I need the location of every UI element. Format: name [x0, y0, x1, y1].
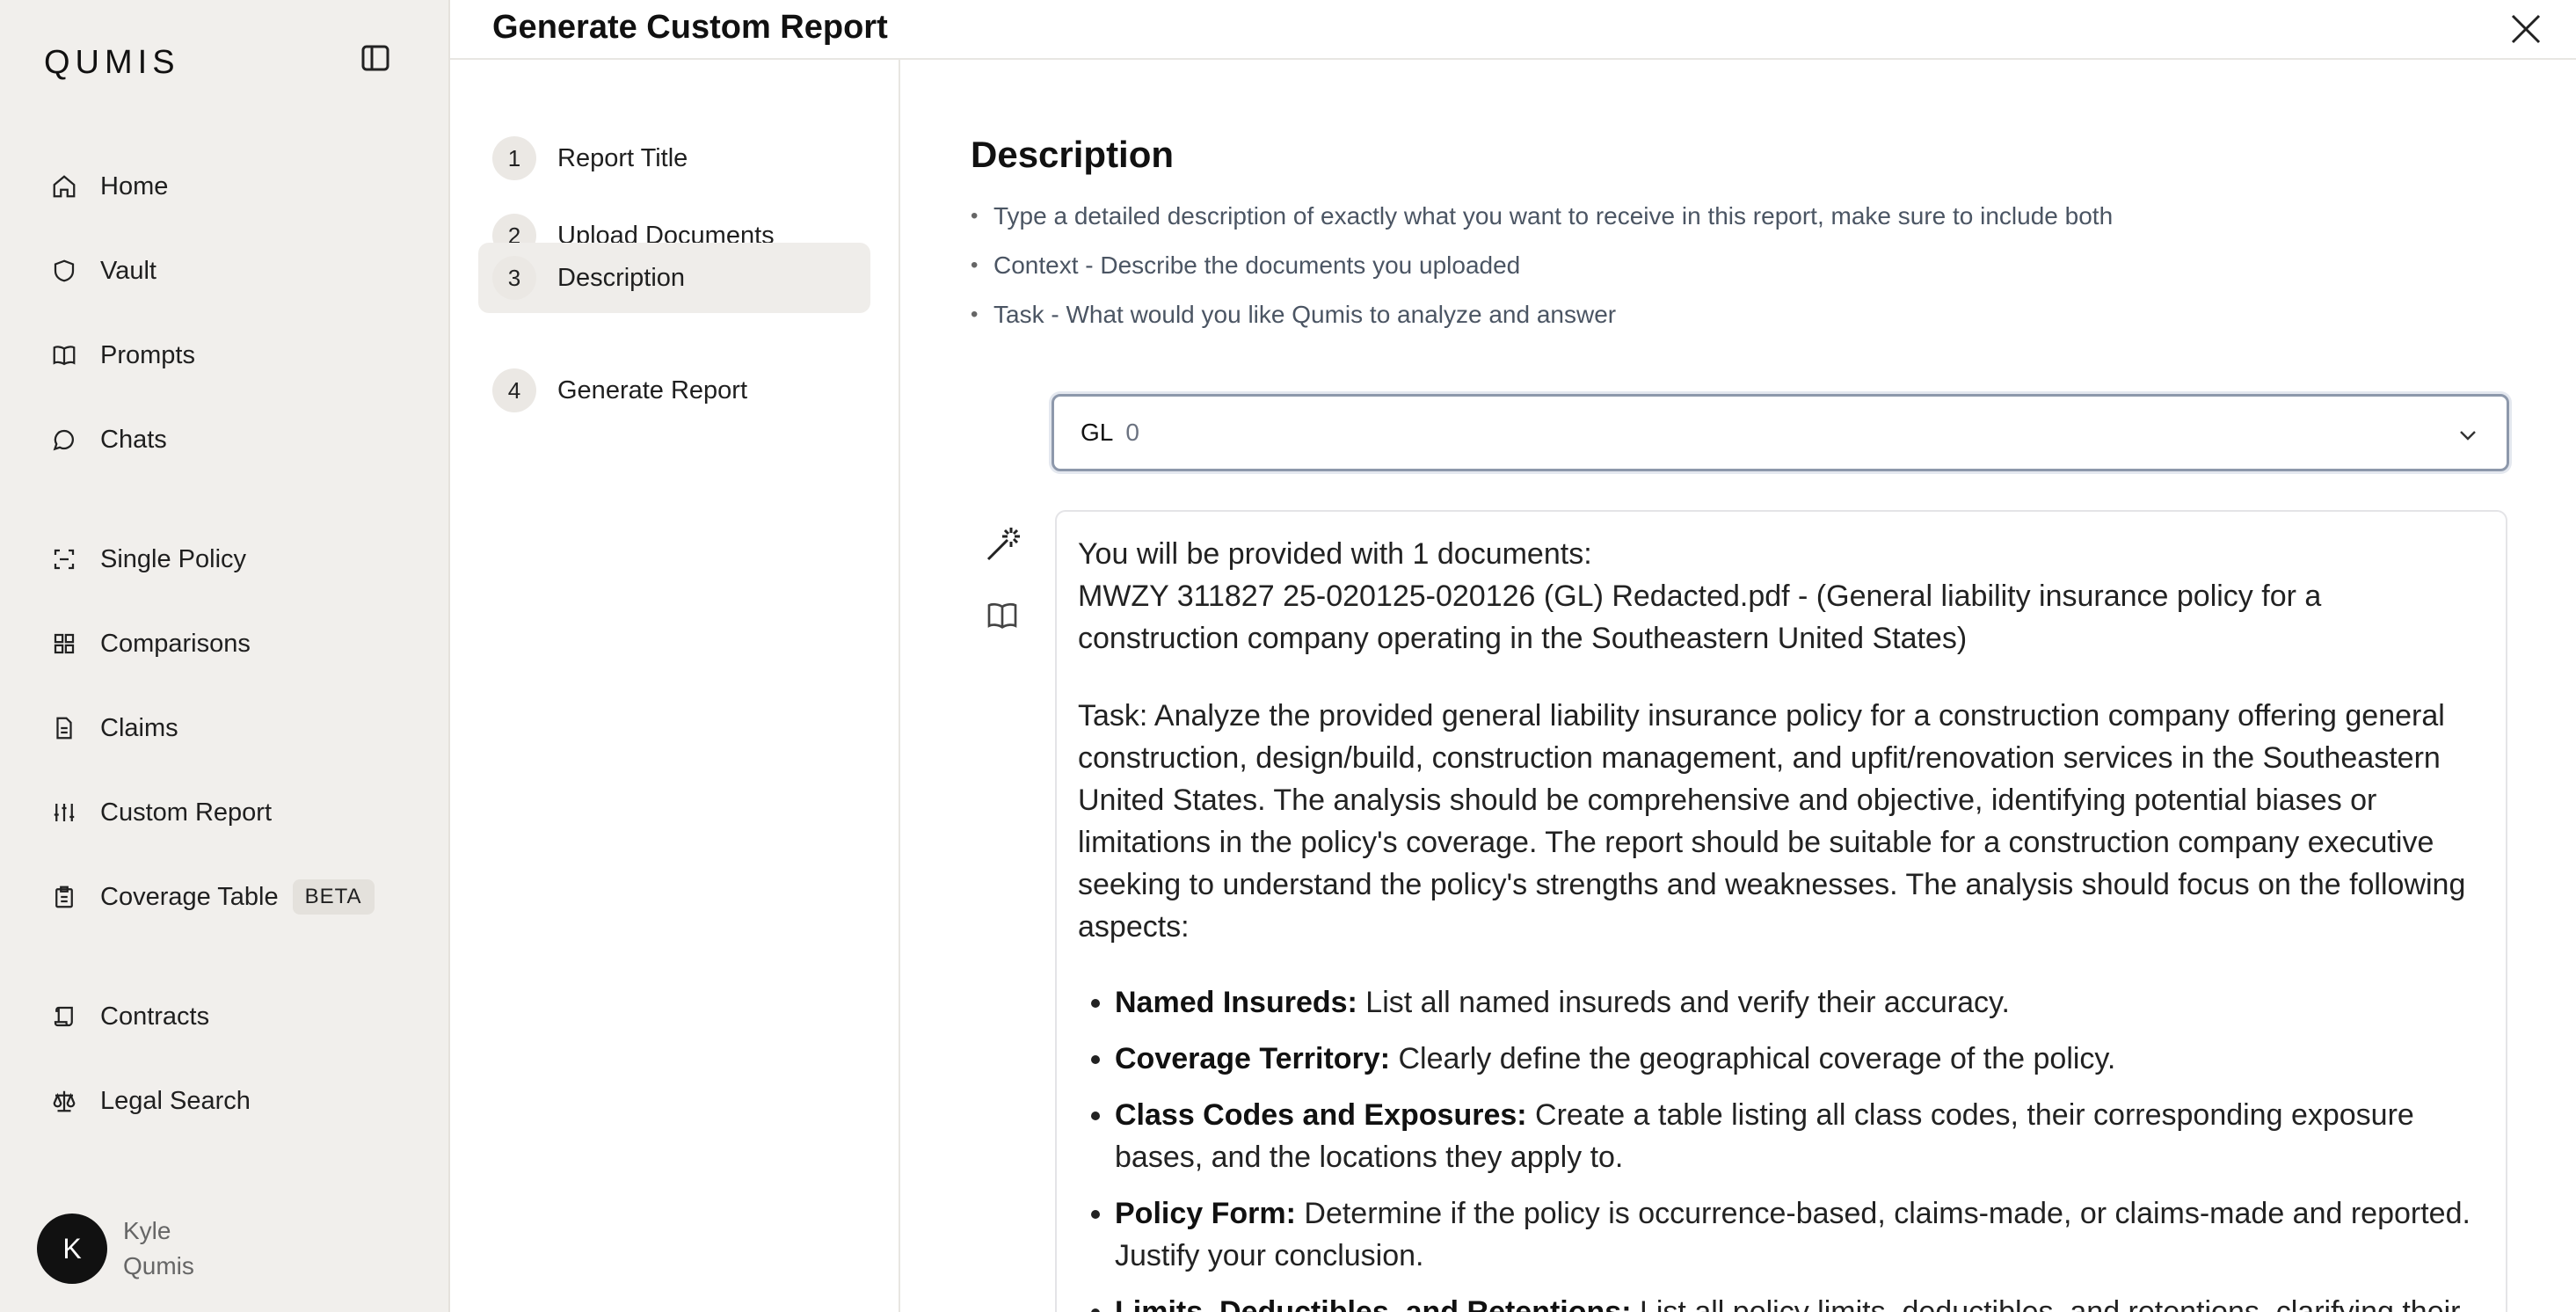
aspect-text: Clearly define the geographical coverage…	[1390, 1042, 2116, 1075]
grid-icon	[49, 629, 79, 659]
avatar: K	[37, 1214, 107, 1284]
sidebar-toggle-icon[interactable]	[360, 44, 390, 72]
user-first-name: Kyle	[123, 1217, 171, 1244]
aspect-label: Limits, Deductibles, and Retentions:	[1115, 1295, 1632, 1312]
description-panel: Description • Type a detailed description…	[900, 60, 2576, 1312]
aspect-item: Coverage Territory: Clearly define the g…	[1115, 1038, 2485, 1080]
page-title: Generate Custom Report	[492, 9, 888, 46]
beta-badge: BETA	[292, 879, 375, 915]
nav-legal-search-label: Legal Search	[100, 1086, 251, 1115]
aspect-list: Named Insureds: List all named insureds …	[1078, 981, 2485, 1312]
template-select-value: GL	[1081, 419, 1114, 446]
aspect-text: Determine if the policy is occurrence-ba…	[1115, 1197, 2470, 1272]
modal-header: Generate Custom Report	[450, 0, 2576, 60]
nav-custom-report[interactable]: Custom Report	[49, 791, 272, 834]
instruction-text: Context - Describe the documents you upl…	[993, 251, 1521, 279]
section-heading: Description	[971, 134, 1175, 175]
scroll-icon	[49, 1002, 79, 1031]
template-select[interactable]: GL 0	[1052, 394, 2509, 471]
nav-contracts-label: Contracts	[100, 1002, 210, 1031]
step-label: Generate Report	[557, 375, 748, 405]
nav-chats[interactable]: Chats	[49, 419, 167, 461]
user-name: Kyle Qumis	[123, 1214, 194, 1284]
app-root: QUMIS Home Vault Prompts Chats Single Po…	[0, 0, 2576, 1312]
step-number: 4	[492, 368, 536, 412]
step-number: 1	[492, 136, 536, 180]
intro-line-2: MWZY 311827 25-020125-020126 (GL) Redact…	[1078, 579, 2322, 655]
aspect-item: Class Codes and Exposures: Create a tabl…	[1115, 1094, 2485, 1178]
step-generate-report[interactable]: 4 Generate Report	[478, 355, 870, 426]
aspect-text: List all named insureds and verify their…	[1357, 986, 2010, 1019]
instruction-text: Task - What would you like Qumis to anal…	[993, 301, 1617, 328]
nav-home[interactable]: Home	[49, 165, 168, 208]
nav-claims-label: Claims	[100, 713, 178, 742]
nav-chats-label: Chats	[100, 425, 167, 454]
nav-prompts[interactable]: Prompts	[49, 334, 195, 376]
sliders-icon	[49, 798, 79, 827]
book-icon[interactable]	[985, 598, 1023, 637]
step-report-title[interactable]: 1 Report Title	[478, 123, 870, 193]
magic-wand-icon[interactable]	[985, 524, 1023, 563]
close-icon[interactable]	[2509, 12, 2543, 46]
editor-task: Task: Analyze the provided general liabi…	[1078, 699, 2466, 944]
template-select-count: 0	[1125, 419, 1139, 446]
scale-icon	[49, 1086, 79, 1116]
step-description[interactable]: 3 Description	[478, 243, 870, 313]
home-icon	[49, 171, 79, 201]
nav-contracts[interactable]: Contracts	[49, 995, 209, 1038]
aspect-label: Class Codes and Exposures:	[1115, 1098, 1527, 1132]
nav-single-policy-label: Single Policy	[100, 544, 247, 573]
instruction-item: • Type a detailed description of exactly …	[971, 202, 2114, 230]
shield-icon	[49, 256, 79, 286]
qumis-logo[interactable]: QUMIS	[44, 44, 180, 82]
nav-coverage-table[interactable]: Coverage Table BETA	[49, 876, 375, 918]
aspect-label: Coverage Territory:	[1115, 1042, 1391, 1075]
nav-comparisons[interactable]: Comparisons	[49, 623, 251, 665]
clipboard-icon	[49, 882, 79, 912]
instruction-text: Type a detailed description of exactly w…	[993, 202, 2114, 230]
user-last-name: Qumis	[123, 1252, 194, 1279]
step-number: 3	[492, 256, 536, 300]
instruction-list: • Type a detailed description of exactly …	[971, 192, 2113, 339]
aspect-item: Limits, Deductibles, and Retentions: Lis…	[1115, 1291, 2485, 1312]
nav-comparisons-label: Comparisons	[100, 629, 251, 658]
document-icon	[49, 713, 79, 743]
aspect-item: Named Insureds: List all named insureds …	[1115, 981, 2485, 1024]
aspect-label: Named Insureds:	[1115, 986, 1357, 1019]
step-label: Report Title	[557, 143, 688, 172]
chevron-down-icon	[2456, 423, 2480, 448]
aspect-label: Policy Form:	[1115, 1197, 1296, 1230]
chat-icon	[49, 425, 79, 455]
scan-icon	[49, 544, 79, 574]
editor-intro: You will be provided with 1 documents: M…	[1078, 533, 2485, 660]
aspect-item: Policy Form: Determine if the policy is …	[1115, 1192, 2485, 1277]
nav-custom-report-label: Custom Report	[100, 798, 273, 827]
steps-panel: 1 Report Title 2 Upload Documents 3 Desc…	[450, 60, 900, 1312]
instruction-item: • Context - Describe the documents you up…	[971, 251, 1521, 279]
nav-legal-search[interactable]: Legal Search	[49, 1080, 251, 1122]
nav-claims[interactable]: Claims	[49, 707, 178, 749]
sidebar: QUMIS Home Vault Prompts Chats Single Po…	[0, 0, 450, 1312]
nav-vault-label: Vault	[100, 256, 156, 285]
user-profile[interactable]: K Kyle Qumis	[37, 1214, 194, 1284]
instruction-item: • Task - What would you like Qumis to ana…	[971, 301, 1617, 328]
description-editor[interactable]: You will be provided with 1 documents: M…	[1055, 510, 2507, 1312]
step-label: Description	[557, 263, 686, 292]
nav-single-policy[interactable]: Single Policy	[49, 538, 246, 580]
intro-line-1: You will be provided with 1 documents:	[1078, 537, 1592, 571]
nav-vault[interactable]: Vault	[49, 250, 156, 292]
nav-prompts-label: Prompts	[100, 340, 195, 369]
book-icon	[49, 340, 79, 370]
nav-coverage-table-label: Coverage Table	[100, 882, 279, 911]
nav-home-label: Home	[100, 171, 169, 200]
